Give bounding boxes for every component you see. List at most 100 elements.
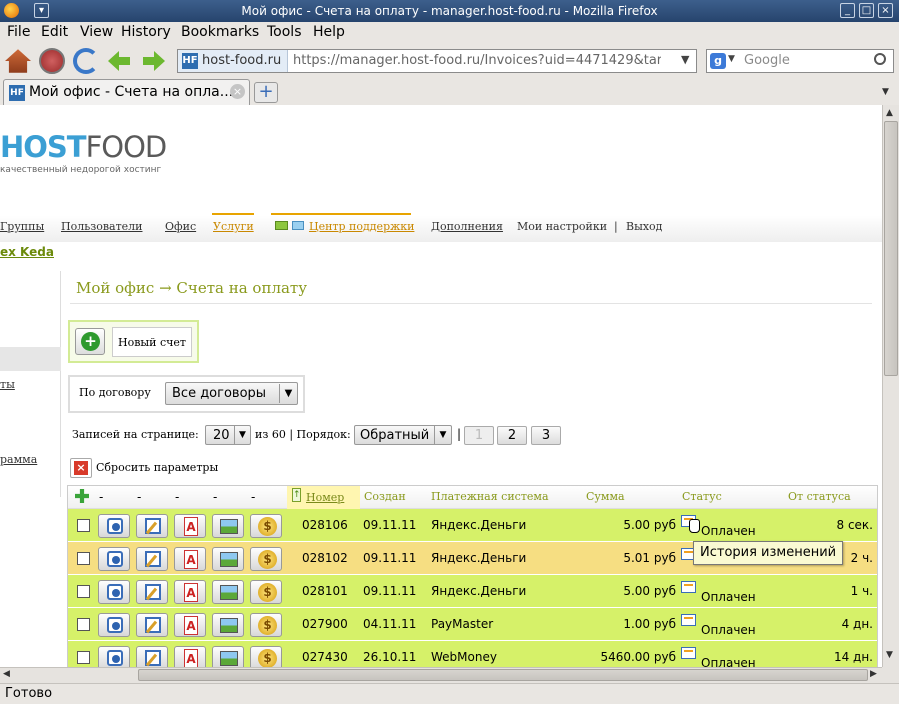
vertical-scrollbar[interactable]: ▲ ▼	[882, 105, 899, 667]
pdf-icon[interactable]: A	[174, 646, 206, 667]
address-bar[interactable]: HF host-food.ru https://manager.host-foo…	[177, 49, 697, 73]
hscroll-thumb[interactable]	[138, 669, 868, 681]
edit-icon[interactable]	[136, 646, 168, 667]
nav-support[interactable]: Центр поддержки	[309, 220, 414, 233]
history-icon[interactable]	[681, 614, 696, 626]
table-row[interactable]: A $028101 09.11.11 Яндекс.Деньги 5.00 руб Опл…	[68, 575, 877, 608]
add-icon[interactable]: +	[75, 328, 105, 355]
menu-bookmarks[interactable]: Bookmarks	[181, 24, 259, 40]
nav-services[interactable]: Услуги	[213, 220, 254, 233]
scroll-right-arrow-icon[interactable]: ▶	[870, 669, 877, 679]
pdf-icon[interactable]: A	[174, 580, 206, 604]
logo[interactable]: HOSTFOOD	[0, 130, 167, 164]
menu-edit[interactable]: Edit	[41, 24, 68, 40]
nav-groups[interactable]: Группы	[0, 220, 44, 233]
search-bar[interactable]: g ▼ Google	[706, 49, 894, 73]
image-icon[interactable]	[212, 646, 244, 667]
table-row[interactable]: A $027430 26.10.11 WebMoney 5460.00 руб Оплач…	[68, 641, 877, 667]
nav-extras[interactable]: Дополнения	[431, 220, 503, 233]
edit-icon[interactable]	[136, 613, 168, 637]
col-created[interactable]: Создан	[364, 490, 406, 503]
image-icon[interactable]	[212, 547, 244, 571]
info-icon[interactable]	[98, 646, 130, 667]
scroll-down-arrow-icon[interactable]: ▼	[886, 650, 893, 660]
pdf-icon[interactable]: A	[174, 613, 206, 637]
scroll-thumb[interactable]	[884, 121, 898, 376]
close-button[interactable]: ×	[878, 3, 893, 18]
google-engine-icon[interactable]: g	[710, 53, 726, 69]
reset-link[interactable]: Сбросить параметры	[96, 461, 218, 474]
forward-icon[interactable]	[143, 51, 165, 71]
site-identity-button[interactable]: HF host-food.ru	[178, 50, 288, 72]
col-status[interactable]: Статус	[682, 490, 722, 503]
menu-file[interactable]: File	[7, 24, 30, 40]
new-invoice-button[interactable]: Новый счет	[112, 327, 192, 357]
pdf-icon[interactable]: A	[174, 514, 206, 538]
image-icon[interactable]	[212, 580, 244, 604]
nav-users[interactable]: Пользователи	[61, 220, 142, 233]
row-checkbox[interactable]	[77, 651, 90, 664]
back-icon[interactable]	[108, 51, 130, 71]
row-checkbox[interactable]	[77, 519, 90, 532]
tab-list-icon[interactable]: ▼	[882, 87, 889, 97]
nav-logout[interactable]: Выход	[626, 220, 662, 233]
menu-tools[interactable]: Tools	[267, 24, 302, 40]
history-icon[interactable]	[681, 581, 696, 593]
col-system[interactable]: Платежная система	[431, 490, 549, 503]
page-1-button[interactable]: 1	[464, 426, 494, 445]
col-number[interactable]: Номер	[306, 491, 344, 504]
menu-view[interactable]: View	[80, 24, 113, 40]
table-row[interactable]: A $028106 09.11.11 Яндекс.Деньги 5.00 руб Опл…	[68, 509, 877, 542]
tab-invoices[interactable]: HF Мой офис - Счета на опла... ×	[3, 79, 250, 105]
pdf-icon[interactable]: A	[174, 547, 206, 571]
new-tab-button[interactable]: +	[254, 82, 278, 103]
table-row[interactable]: A $027900 04.11.11 PayMaster 1.00 руб Оплачен…	[68, 608, 877, 641]
payment-icon[interactable]: $	[250, 580, 282, 604]
payment-icon[interactable]: $	[250, 514, 282, 538]
image-icon[interactable]	[212, 613, 244, 637]
home-icon[interactable]	[5, 49, 31, 73]
page-2-button[interactable]: 2	[497, 426, 527, 445]
row-checkbox[interactable]	[77, 552, 90, 565]
info-icon[interactable]	[98, 613, 130, 637]
sidebar-item-1[interactable]: ты	[0, 378, 15, 391]
contract-select[interactable]: Все договоры ▼	[165, 382, 298, 405]
scroll-left-arrow-icon[interactable]: ◀	[3, 669, 10, 679]
minimize-button[interactable]: _	[840, 3, 855, 18]
order-select[interactable]: Обратный ▼	[354, 425, 452, 445]
url-dropdown-icon[interactable]: ▼	[681, 53, 689, 66]
info-icon[interactable]	[98, 514, 130, 538]
reset-icon[interactable]: ×	[70, 458, 92, 478]
image-icon[interactable]	[212, 514, 244, 538]
reload-icon[interactable]	[73, 48, 99, 74]
payment-icon[interactable]: $	[250, 646, 282, 667]
maximize-button[interactable]: □	[859, 3, 874, 18]
payment-icon[interactable]: $	[250, 547, 282, 571]
sidebar-item-2[interactable]: рамма	[0, 453, 37, 466]
row-checkbox[interactable]	[77, 618, 90, 631]
per-page-select[interactable]: 20 ▼	[205, 425, 251, 445]
menu-help[interactable]: Help	[313, 24, 345, 40]
info-icon[interactable]	[98, 547, 130, 571]
menu-history[interactable]: History	[121, 24, 171, 40]
sidebar-active-item[interactable]	[0, 347, 61, 371]
engine-dropdown-icon[interactable]: ▼	[728, 54, 735, 64]
user-name[interactable]: ex Keda	[0, 245, 54, 259]
search-icon[interactable]	[874, 53, 886, 65]
nav-settings[interactable]: Мои настройки	[517, 220, 607, 233]
add-row-icon[interactable]	[75, 489, 89, 503]
col-sum[interactable]: Сумма	[586, 490, 625, 503]
edit-icon[interactable]	[136, 580, 168, 604]
edit-icon[interactable]	[136, 547, 168, 571]
page-3-button[interactable]: 3	[531, 426, 561, 445]
info-icon[interactable]	[98, 580, 130, 604]
sort-up-icon[interactable]: ↑	[292, 488, 301, 502]
horizontal-scrollbar[interactable]: ◀ ▶	[0, 667, 882, 683]
history-icon[interactable]	[681, 647, 696, 659]
scroll-up-arrow-icon[interactable]: ▲	[886, 108, 893, 118]
tab-close-icon[interactable]: ×	[230, 84, 245, 99]
nav-office[interactable]: Офис	[165, 220, 196, 233]
edit-icon[interactable]	[136, 514, 168, 538]
row-checkbox[interactable]	[77, 585, 90, 598]
col-from-status[interactable]: От статуса	[788, 490, 851, 503]
